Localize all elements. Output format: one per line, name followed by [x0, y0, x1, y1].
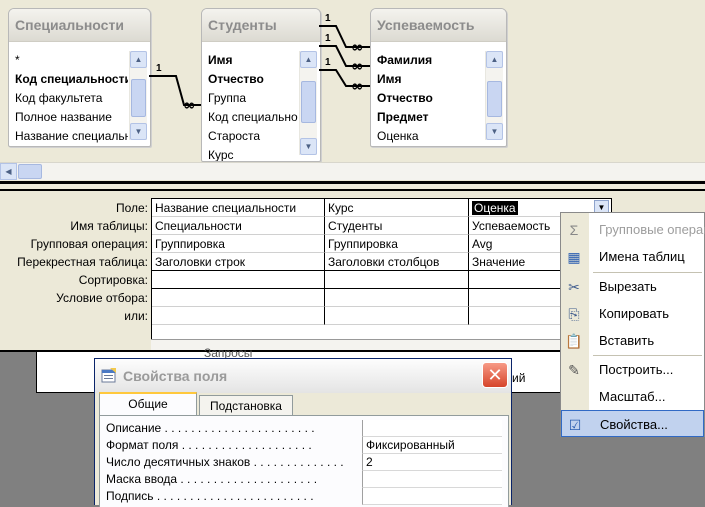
selected-field-text: Оценка: [472, 201, 518, 215]
grid-cell-or[interactable]: [152, 307, 325, 325]
property-value[interactable]: [362, 471, 502, 488]
property-label: Маска ввода . . . . . . . . . . . . . . …: [106, 472, 318, 486]
properties-icon: [101, 368, 116, 383]
menu-item-copy[interactable]: ⎘ Копировать: [561, 300, 704, 327]
grid-cell-group[interactable]: Группировка: [325, 235, 469, 253]
context-menu: Σ Групповые операции ▦ Имена таблиц ✂ Вы…: [560, 212, 705, 437]
copy-icon: ⎘: [568, 306, 580, 322]
row-label-or: или:: [124, 309, 148, 323]
grid-cell-crosstab[interactable]: Заголовки столбцов: [325, 253, 469, 271]
grid-cell-sort[interactable]: [325, 271, 469, 289]
many-marker: ∞: [351, 77, 364, 95]
grid-row-labels: Поле: Имя таблицы: Групповая операция: П…: [0, 199, 148, 325]
grid-cell-criteria[interactable]: [325, 289, 469, 307]
tab-panel-general: Описание . . . . . . . . . . . . . . . .…: [99, 415, 509, 507]
row-label-field: Поле:: [115, 201, 148, 215]
horizontal-scrollbar[interactable]: ◀: [0, 162, 705, 180]
zoom-icon: [565, 388, 583, 406]
property-row[interactable]: Формат поля . . . . . . . . . . . . . . …: [106, 437, 502, 454]
grid-cell-or[interactable]: [325, 307, 469, 325]
properties-icon: ☑: [568, 417, 582, 433]
property-label: Подпись . . . . . . . . . . . . . . . . …: [106, 489, 314, 503]
table-names-icon: ▦: [567, 249, 581, 265]
grid-column[interactable]: Название специальности Специальности Гру…: [152, 199, 325, 325]
scissors-icon: ✂: [568, 279, 580, 295]
tab-general[interactable]: Общие: [99, 392, 197, 415]
builder-icon: ✎: [568, 362, 580, 378]
grid-column[interactable]: Курс Студенты Группировка Заголовки стол…: [325, 199, 469, 325]
scroll-thumb[interactable]: [18, 164, 42, 179]
pane-splitter[interactable]: [0, 181, 705, 197]
menu-item-group-operations[interactable]: Σ Групповые операции: [561, 216, 705, 243]
relationship-lines: 1 1 1 1 ∞ ∞ ∞ ∞: [149, 13, 370, 114]
one-marker: 1: [325, 13, 331, 24]
menu-item-paste[interactable]: 📋 Вставить: [561, 327, 704, 354]
property-value[interactable]: [362, 420, 502, 437]
menu-item-properties[interactable]: ☑ Свойства...: [561, 410, 704, 437]
one-marker: 1: [156, 63, 162, 74]
property-value[interactable]: Фиксированный: [362, 437, 502, 454]
property-row[interactable]: Описание . . . . . . . . . . . . . . . .…: [106, 420, 502, 437]
menu-item-build[interactable]: ✎ Построить...: [561, 356, 704, 383]
query-design-pane: Специальности * Код специальности Код фа…: [0, 0, 705, 181]
row-label-criteria: Условие отбора:: [56, 291, 148, 305]
field-properties-dialog: Свойства поля ✕ Общие Подстановка Описан…: [94, 358, 512, 507]
row-label-crosstab: Перекрестная таблица:: [17, 255, 148, 269]
property-label: Описание . . . . . . . . . . . . . . . .…: [106, 421, 315, 435]
row-label-sort: Сортировка:: [78, 273, 148, 287]
grid-cell-crosstab[interactable]: Заголовки строк: [152, 253, 325, 271]
property-row[interactable]: Маска ввода . . . . . . . . . . . . . . …: [106, 471, 502, 488]
many-marker: ∞: [351, 38, 364, 56]
menu-item-table-names[interactable]: ▦ Имена таблиц: [561, 243, 704, 270]
grid-cell-group[interactable]: Группировка: [152, 235, 325, 253]
dialog-titlebar[interactable]: Свойства поля ✕: [95, 359, 511, 393]
grid-cell-sort[interactable]: [152, 271, 325, 289]
tab-lookup[interactable]: Подстановка: [199, 395, 293, 415]
paste-icon: 📋: [565, 333, 583, 349]
menu-item-cut[interactable]: ✂ Вырезать: [561, 273, 704, 300]
property-label: Число десятичных знаков . . . . . . . . …: [106, 455, 344, 469]
grid-cell-field[interactable]: Название специальности: [152, 199, 325, 217]
close-icon[interactable]: ✕: [482, 362, 508, 388]
property-value[interactable]: 2: [362, 454, 502, 471]
menu-item-zoom[interactable]: Масштаб...: [561, 383, 704, 410]
background-text: ий: [512, 371, 526, 385]
scroll-left-icon[interactable]: ◀: [0, 163, 17, 180]
property-row[interactable]: Число десятичных знаков . . . . . . . . …: [106, 454, 502, 471]
row-label-group: Групповая операция:: [30, 237, 148, 251]
one-marker: 1: [325, 33, 331, 44]
one-marker: 1: [325, 57, 331, 68]
grid-cell-table[interactable]: Студенты: [325, 217, 469, 235]
dialog-title: Свойства поля: [123, 368, 228, 384]
row-label-table: Имя таблицы:: [70, 219, 148, 233]
many-marker: ∞: [351, 57, 364, 75]
property-value[interactable]: [362, 488, 502, 505]
many-marker: ∞: [183, 96, 196, 114]
sigma-icon: Σ: [569, 222, 579, 238]
grid-cell-field[interactable]: Курс: [325, 199, 469, 217]
property-row[interactable]: Подпись . . . . . . . . . . . . . . . . …: [106, 488, 502, 505]
property-label: Формат поля . . . . . . . . . . . . . . …: [106, 438, 312, 452]
grid-cell-table[interactable]: Специальности: [152, 217, 325, 235]
design-grid: Название специальности Специальности Гру…: [151, 198, 612, 339]
grid-cell-criteria[interactable]: [152, 289, 325, 307]
